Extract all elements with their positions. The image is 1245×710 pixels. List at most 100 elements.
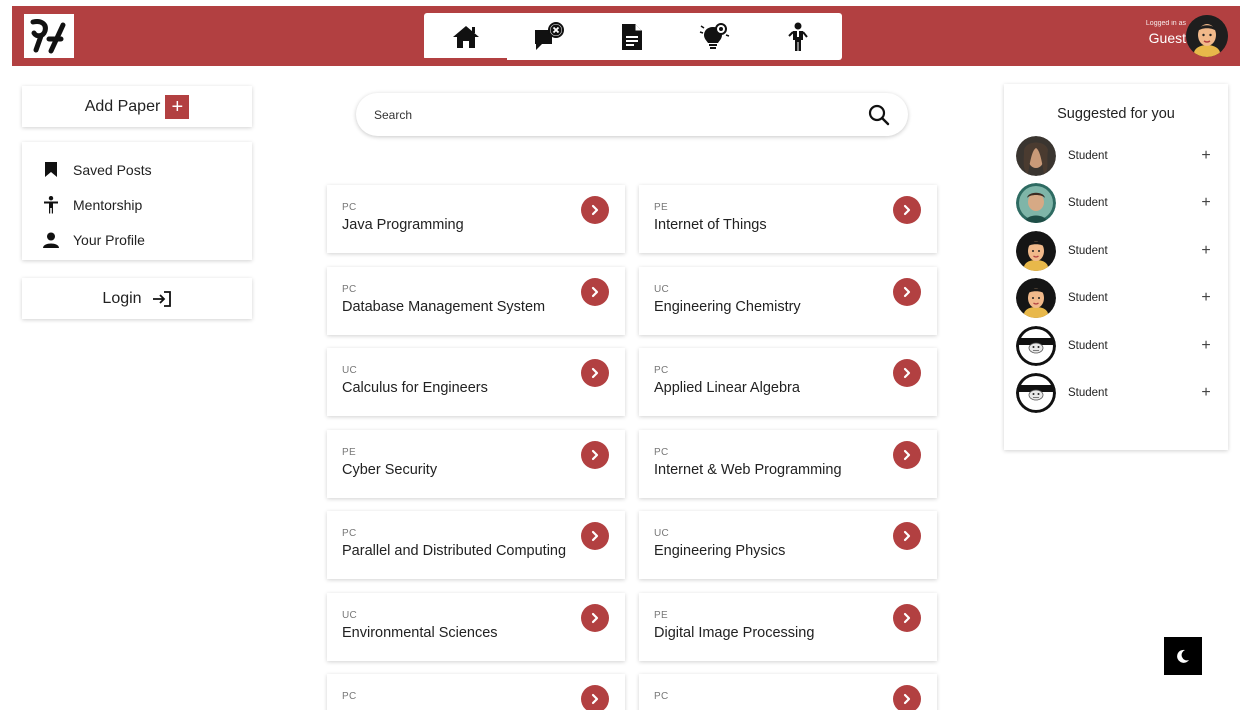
paper-card[interactable]: PC Database Management System <box>327 266 625 335</box>
sidebar-item-saved-posts[interactable]: Saved Posts <box>42 152 252 187</box>
paper-card[interactable]: PC Parallel and Distributed Computing <box>327 511 625 579</box>
login-icon <box>152 290 171 307</box>
chevron-right-icon <box>591 612 599 623</box>
follow-button[interactable]: + <box>1196 337 1216 355</box>
paper-category: PE <box>342 446 356 458</box>
sidebar-item-your-profile[interactable]: Your Profile <box>42 222 252 257</box>
chevron-right-icon <box>903 693 911 705</box>
paper-card[interactable]: UC Calculus for Engineers <box>327 348 625 416</box>
nav-home[interactable] <box>424 13 507 61</box>
suggested-user-row: Student + <box>1016 180 1216 228</box>
nav-papers[interactable] <box>590 13 673 60</box>
paper-title: Calculus for Engineers <box>342 380 488 396</box>
avatar[interactable] <box>1016 230 1056 271</box>
add-paper-label: Add Paper <box>84 97 161 115</box>
open-paper-button[interactable] <box>893 440 921 469</box>
chevron-right-icon <box>903 204 911 216</box>
paper-card[interactable]: PC <box>327 674 625 710</box>
suggested-user-name[interactable]: Student <box>1068 340 1196 352</box>
follow-button[interactable]: + <box>1196 384 1216 402</box>
paper-card[interactable]: PC <box>639 674 937 710</box>
paper-category: UC <box>342 609 358 621</box>
sidebar-item-label: Saved Posts <box>73 161 152 178</box>
paper-card[interactable]: PC Java Programming <box>327 185 625 253</box>
open-paper-button[interactable] <box>893 603 921 632</box>
open-paper-button[interactable] <box>581 359 609 387</box>
follow-button[interactable]: + <box>1196 194 1216 212</box>
login-button[interactable]: Login <box>22 278 252 319</box>
dark-mode-toggle[interactable] <box>1164 637 1202 675</box>
paper-card[interactable]: UC Engineering Chemistry <box>639 266 937 335</box>
nav-mentorship[interactable] <box>756 13 839 60</box>
open-paper-button[interactable] <box>581 522 609 550</box>
avatar[interactable] <box>1016 135 1056 176</box>
open-paper-button[interactable] <box>581 440 609 469</box>
paper-category: PE <box>654 609 668 621</box>
app-page: Logged in as Guest Add Paper + Saved Pos… <box>0 0 1245 710</box>
avatar[interactable] <box>1016 278 1056 319</box>
chevron-right-icon <box>903 449 911 460</box>
paper-category: PC <box>654 365 669 376</box>
open-paper-button[interactable] <box>893 196 921 224</box>
paper-card[interactable]: PC Applied Linear Algebra <box>639 348 937 416</box>
paper-category: PC <box>654 691 669 702</box>
paper-title: Database Management System <box>342 298 546 315</box>
suggested-user-name[interactable]: Student <box>1068 150 1196 162</box>
suggested-user-name[interactable]: Student <box>1068 245 1196 257</box>
moon-icon <box>1177 649 1189 663</box>
nav-discussions[interactable] <box>507 13 590 60</box>
sidebar-item-mentorship[interactable]: Mentorship <box>42 187 252 222</box>
chevron-right-icon <box>591 449 599 460</box>
sidebar-item-label: Mentorship <box>73 196 143 213</box>
home-icon <box>452 25 479 48</box>
chevron-right-icon <box>591 204 599 216</box>
plus-icon: + <box>165 94 190 119</box>
avatar[interactable] <box>1016 373 1056 414</box>
mentor-person-icon <box>787 22 808 51</box>
user-avatar[interactable] <box>1186 15 1228 57</box>
chat-close-icon <box>534 21 564 50</box>
avatar[interactable] <box>1016 325 1056 366</box>
paper-title: Java Programming <box>342 217 464 233</box>
follow-button[interactable]: + <box>1196 147 1216 165</box>
open-paper-button[interactable] <box>893 522 921 550</box>
paper-card[interactable]: UC Environmental Sciences <box>327 592 625 661</box>
suggested-user-name[interactable]: Student <box>1068 292 1196 304</box>
open-paper-button[interactable] <box>893 277 921 306</box>
paper-category: PC <box>342 528 357 539</box>
chevron-right-icon <box>903 612 911 623</box>
suggested-user-row: Student + <box>1016 227 1216 275</box>
follow-button[interactable]: + <box>1196 289 1216 307</box>
open-paper-button[interactable] <box>581 196 609 224</box>
open-paper-button[interactable] <box>893 359 921 387</box>
avatar[interactable] <box>1016 183 1056 224</box>
main-nav <box>424 13 842 61</box>
bookmark-icon <box>42 161 60 179</box>
search-input[interactable] <box>374 107 868 122</box>
search-icon[interactable] <box>868 104 890 126</box>
paper-card[interactable]: PE Internet of Things <box>639 185 937 253</box>
follow-button[interactable]: + <box>1196 242 1216 260</box>
paper-card[interactable]: PE Cyber Security <box>327 429 625 498</box>
chevron-right-icon <box>903 286 911 297</box>
paper-card[interactable]: UC Engineering Physics <box>639 511 937 579</box>
lightbulb-gear-icon <box>699 22 729 49</box>
paper-category: PC <box>342 691 357 702</box>
paper-card[interactable]: PC Internet & Web Programming <box>639 429 937 498</box>
paper-category: PC <box>342 202 357 213</box>
paper-title: Cyber Security <box>342 461 438 478</box>
suggested-user-name[interactable]: Student <box>1068 197 1196 209</box>
suggested-user-name[interactable]: Student <box>1068 387 1196 399</box>
add-paper-button[interactable]: Add Paper + <box>22 86 252 127</box>
open-paper-button[interactable] <box>581 277 609 306</box>
suggested-user-row: Student + <box>1016 275 1216 323</box>
open-paper-button[interactable] <box>893 685 921 710</box>
paper-title: Applied Linear Algebra <box>654 380 800 396</box>
user-name: Guest <box>1148 30 1186 46</box>
sidebar-item-label: Your Profile <box>73 231 145 248</box>
app-logo[interactable] <box>24 14 74 58</box>
nav-ideas[interactable] <box>673 13 756 60</box>
open-paper-button[interactable] <box>581 603 609 632</box>
open-paper-button[interactable] <box>581 685 609 710</box>
paper-card[interactable]: PE Digital Image Processing <box>639 592 937 661</box>
